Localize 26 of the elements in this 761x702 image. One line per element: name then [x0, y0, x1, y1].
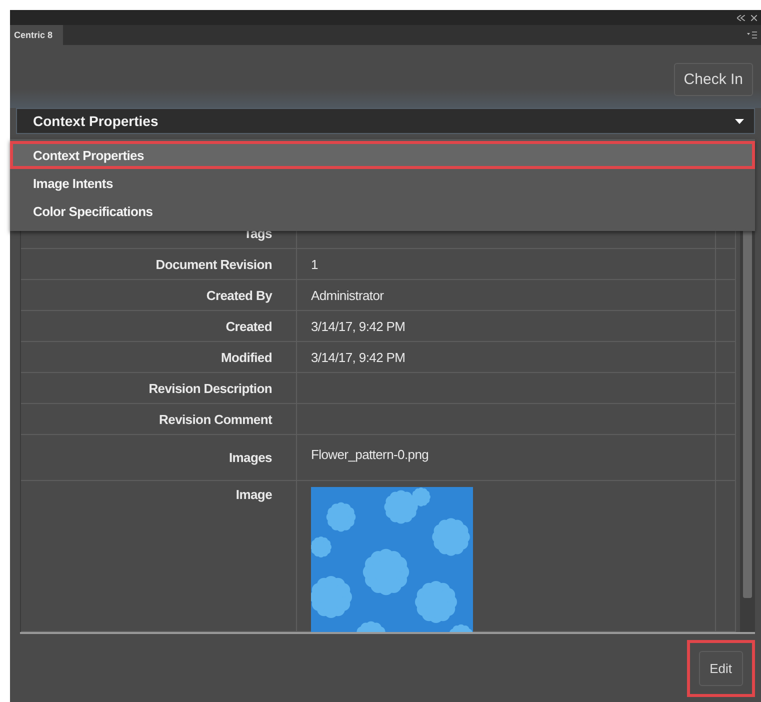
- menu-item[interactable]: Color Specifications: [10, 197, 755, 225]
- view-dropdown[interactable]: Context Properties: [16, 108, 755, 134]
- property-label: Images: [228, 450, 272, 465]
- panel-tab[interactable]: Centric 8: [10, 25, 63, 45]
- collapse-icon[interactable]: [737, 14, 745, 20]
- property-value: Flower_pattern-0.png: [311, 447, 429, 462]
- check-in-button[interactable]: Check In: [674, 63, 753, 96]
- property-label: Revision Comment: [159, 412, 272, 426]
- property-value: 3/14/17, 9:42 PM: [311, 350, 406, 364]
- property-value: 1: [311, 256, 318, 272]
- scrollbar-thumb[interactable]: [743, 228, 752, 598]
- property-label: Document Revision: [156, 256, 272, 272]
- menu-icon[interactable]: [747, 31, 757, 39]
- property-value: Administrator: [311, 288, 384, 302]
- close-icon[interactable]: [751, 14, 757, 20]
- property-label: Created: [226, 318, 272, 334]
- property-value: 3/14/17, 9:42 PM: [311, 318, 406, 334]
- caret-icon: [735, 118, 744, 124]
- property-label: Image: [236, 487, 272, 502]
- menu-item[interactable]: Image Intents: [10, 169, 755, 197]
- property-label: Modified: [220, 350, 272, 364]
- property-label: Revision Description: [148, 380, 272, 396]
- edit-button[interactable]: Edit: [698, 650, 743, 686]
- menu-item[interactable]: Context Properties: [10, 141, 755, 169]
- dropdown-value: Context Properties: [33, 113, 158, 129]
- property-label: Created By: [206, 288, 272, 302]
